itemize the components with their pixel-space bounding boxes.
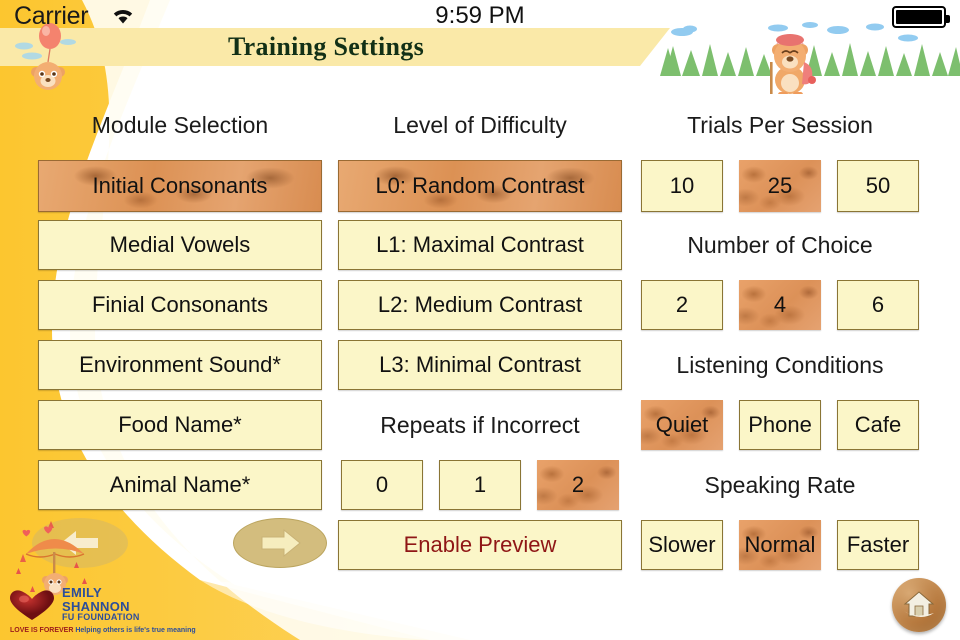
repeats-option-0[interactable]: 0 <box>341 460 423 510</box>
balloon-bear-icon <box>15 23 76 90</box>
listening-conditions-heading: Listening Conditions <box>676 352 884 378</box>
repeats-option-1[interactable]: 1 <box>439 460 521 510</box>
logo-line-3: FU FOUNDATION <box>62 612 140 623</box>
option-label: 0 <box>375 472 389 497</box>
rate-option-normal[interactable]: Normal <box>739 520 821 570</box>
number-of-choice-heading: Number of Choice <box>687 232 873 258</box>
option-label: 2 <box>675 292 689 317</box>
difficulty-option-l0[interactable]: L0: Random Contrast <box>338 160 622 212</box>
module-option-medial-vowels[interactable]: Medial Vowels <box>38 220 322 270</box>
option-label: L2: Medium Contrast <box>377 292 583 317</box>
option-label: Initial Consonants <box>92 173 268 198</box>
foundation-logo: EMILY SHANNON FU FOUNDATION LOVE IS FORE… <box>8 586 196 634</box>
tagline-secondary: Helping others is life's true meaning <box>75 627 196 634</box>
option-label: 25 <box>767 173 793 198</box>
trials-per-session-heading: Trials Per Session <box>687 112 873 138</box>
option-label: Food Name* <box>118 412 242 437</box>
option-label: Environment Sound* <box>79 352 281 377</box>
trials-option-25[interactable]: 25 <box>739 160 821 212</box>
page-title: Training Settings <box>227 32 425 61</box>
option-label: Medial Vowels <box>109 232 251 257</box>
option-label: Normal <box>744 532 816 557</box>
option-label: 4 <box>773 292 787 317</box>
enable-preview-button[interactable]: Enable Preview <box>338 520 622 570</box>
option-label: 10 <box>669 173 695 198</box>
module-selection-heading: Module Selection <box>91 112 269 138</box>
rate-option-faster[interactable]: Faster <box>837 520 919 570</box>
home-icon <box>903 591 935 618</box>
module-option-finial-consonants[interactable]: Finial Consonants <box>38 280 322 330</box>
listening-option-cafe[interactable]: Cafe <box>837 400 919 450</box>
title-banner: Training Settings <box>0 28 670 66</box>
listening-option-phone[interactable]: Phone <box>739 400 821 450</box>
level-of-difficulty-heading: Level of Difficulty <box>393 112 567 138</box>
trials-option-10[interactable]: 10 <box>641 160 723 212</box>
trials-option-50[interactable]: 50 <box>837 160 919 212</box>
option-label: 6 <box>871 292 885 317</box>
difficulty-option-l1[interactable]: L1: Maximal Contrast <box>338 220 622 270</box>
option-label: Faster <box>846 532 910 557</box>
difficulty-option-l3[interactable]: L3: Minimal Contrast <box>338 340 622 390</box>
option-label: L3: Minimal Contrast <box>379 352 581 377</box>
option-label: 50 <box>865 173 891 198</box>
choice-option-4[interactable]: 4 <box>739 280 821 330</box>
speaking-rate-heading: Speaking Rate <box>704 472 856 498</box>
enable-preview-label: Enable Preview <box>403 532 557 557</box>
option-label: Animal Name* <box>109 472 251 497</box>
rate-option-slower[interactable]: Slower <box>641 520 723 570</box>
foundation-tagline: LOVE IS FOREVER Helping others is life's… <box>10 627 196 634</box>
choice-option-2[interactable]: 2 <box>641 280 723 330</box>
home-button[interactable] <box>892 578 946 632</box>
option-label: 2 <box>571 472 585 497</box>
module-option-environment-sound[interactable]: Environment Sound* <box>38 340 322 390</box>
difficulty-option-l2[interactable]: L2: Medium Contrast <box>338 280 622 330</box>
choice-option-6[interactable]: 6 <box>837 280 919 330</box>
logo-line-1: EMILY <box>62 585 103 600</box>
repeats-if-incorrect-heading: Repeats if Incorrect <box>380 412 580 438</box>
forest-bear-scene-icon <box>660 22 960 94</box>
option-label: Quiet <box>655 412 709 437</box>
logo-line-2: SHANNON <box>62 598 130 614</box>
heart-icon <box>10 590 54 620</box>
module-option-food-name[interactable]: Food Name* <box>38 400 322 450</box>
foundation-logo-text: EMILY SHANNON FU FOUNDATION <box>62 586 140 623</box>
module-option-animal-name[interactable]: Animal Name* <box>38 460 322 510</box>
listening-option-quiet[interactable]: Quiet <box>641 400 723 450</box>
tagline-primary: LOVE IS FOREVER <box>10 627 74 634</box>
option-label: Cafe <box>854 412 902 437</box>
option-label: L0: Random Contrast <box>375 173 585 198</box>
module-option-initial-consonants[interactable]: Initial Consonants <box>38 160 322 212</box>
option-label: L1: Maximal Contrast <box>376 232 584 257</box>
option-label: Finial Consonants <box>91 292 269 317</box>
settings-content: Module Selection Initial Consonants Medi… <box>0 0 960 640</box>
option-label: 1 <box>473 472 487 497</box>
option-label: Slower <box>648 532 716 557</box>
option-label: Phone <box>748 412 812 437</box>
repeats-option-2[interactable]: 2 <box>537 460 619 510</box>
